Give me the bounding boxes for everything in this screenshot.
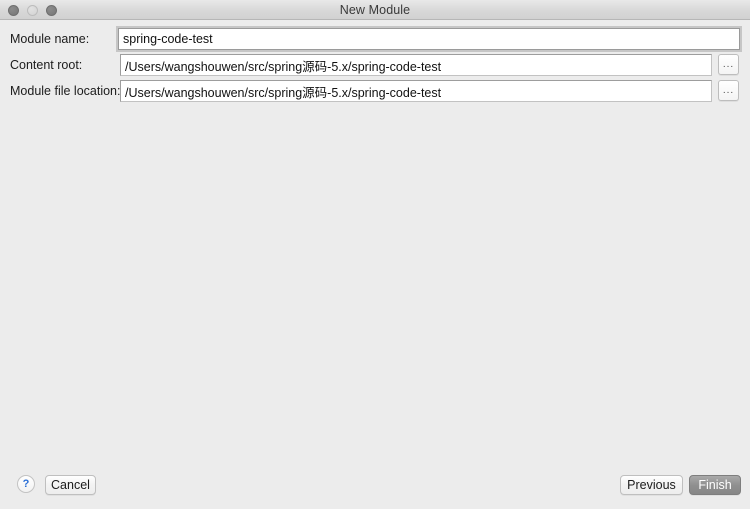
window-title: New Module [339, 3, 411, 17]
title-bar: New Module [0, 0, 750, 20]
form-row-module-file-location: Module file location: ... [0, 80, 750, 102]
module-file-location-browse-button[interactable]: ... [718, 80, 739, 101]
label-module-file-location: Module file location: [10, 84, 121, 98]
module-name-input[interactable] [118, 28, 740, 50]
previous-button[interactable]: Previous [620, 475, 683, 495]
content-root-input[interactable] [120, 54, 712, 76]
module-file-location-input[interactable] [120, 80, 712, 102]
form-row-module-name: Module name: [0, 28, 750, 50]
label-module-name: Module name: [10, 32, 90, 46]
help-icon[interactable]: ? [17, 475, 35, 493]
cancel-button[interactable]: Cancel [45, 475, 96, 495]
new-module-dialog: New Module Module name: Content root: ..… [0, 0, 750, 509]
content-root-browse-button[interactable]: ... [718, 54, 739, 75]
form-row-content-root: Content root: ... [0, 54, 750, 76]
finish-button[interactable]: Finish [689, 475, 741, 495]
label-content-root: Content root: [10, 58, 83, 72]
dialog-footer: ? Cancel Previous Finish [0, 470, 750, 509]
